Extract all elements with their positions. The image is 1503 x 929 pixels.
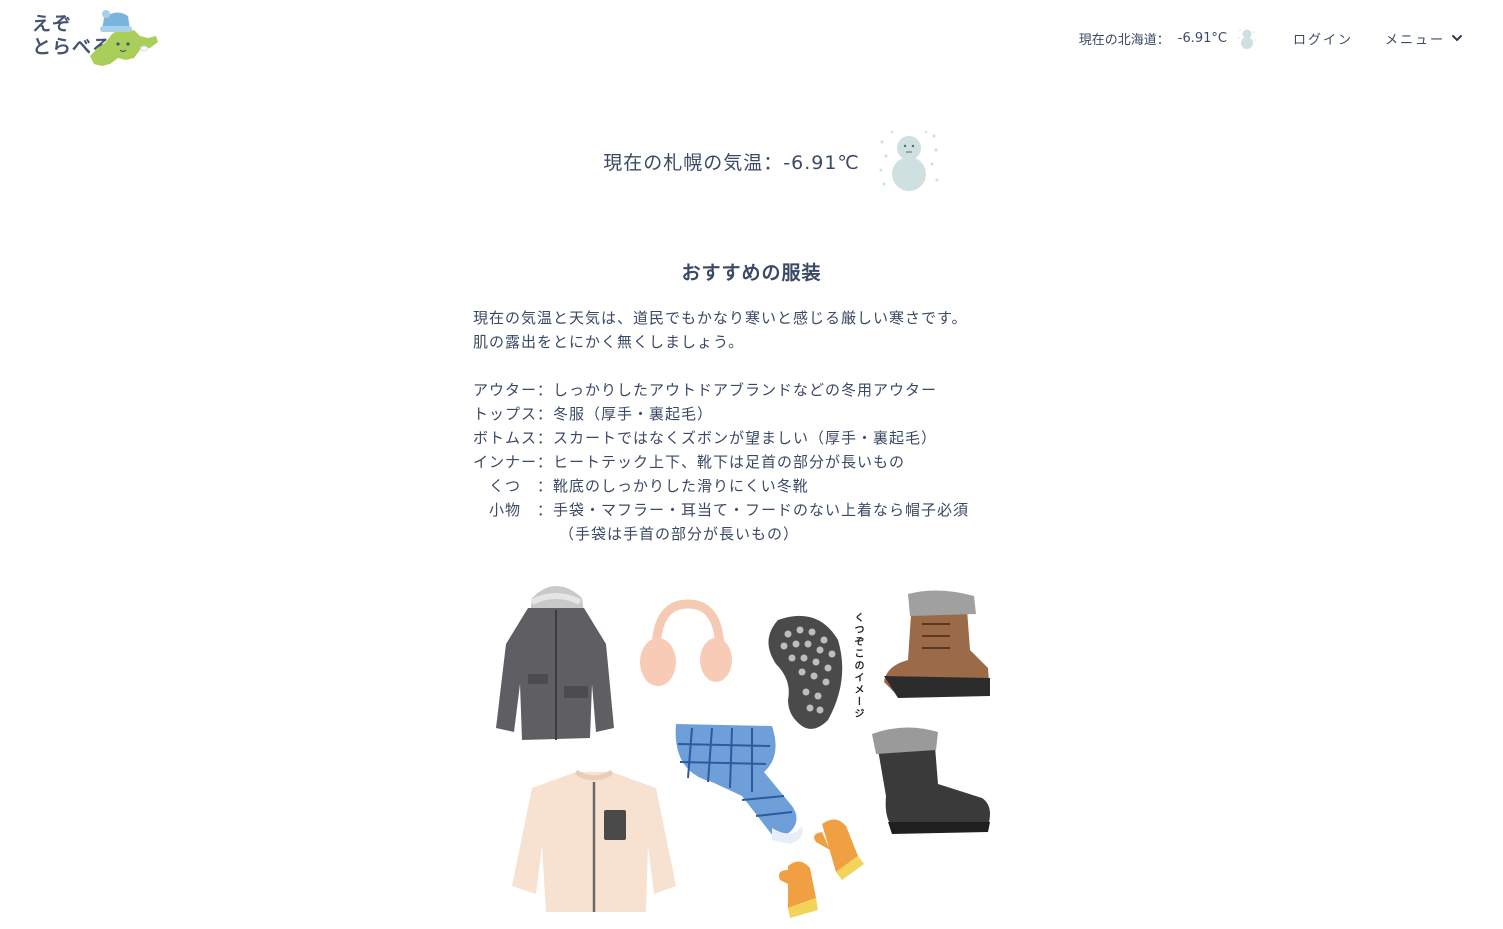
brown-boot-icon	[884, 590, 990, 698]
advice-label: アウター：	[473, 381, 554, 399]
mittens-icon	[779, 819, 864, 918]
earmuffs-icon	[640, 599, 732, 686]
parka-icon	[496, 586, 614, 740]
fleece-jacket-icon	[512, 769, 676, 912]
advice-text: 手袋・マフラー・耳当て・フードのない上着なら帽子必須	[553, 501, 970, 519]
login-link[interactable]: ログイン	[1293, 29, 1353, 48]
hokkaido-logo-icon	[90, 10, 158, 66]
advice-text: ヒートテック上下、靴下は足首の部分が長いもの	[553, 453, 906, 471]
advice-text: スカートではなくズボンが望ましい（厚手・裏起毛）	[553, 429, 938, 447]
advice-row-tops: トップス： 冬服（厚手・裏起毛）	[473, 402, 1033, 426]
advice-text: 靴底のしっかりした滑りにくい冬靴	[553, 477, 809, 495]
current-temp-text: 現在の札幌の気温：-6.91℃	[603, 151, 860, 174]
advice-label: くつ ：	[473, 477, 554, 495]
advice-note: （手袋は手首の部分が長いもの）	[559, 525, 800, 543]
intro-line2: 肌の露出をとにかく無くしましょう。	[473, 333, 745, 351]
header-temp-label: 現在の北海道：	[1078, 32, 1170, 48]
header: えぞ とらべる 現在の北海道： -6.91°C ログイン メニュー	[0, 0, 1503, 80]
advice-row-shoes: くつ ： 靴底のしっかりした滑りにくい冬靴	[473, 474, 1033, 498]
header-nav: 現在の北海道： -6.91°C ログイン メニュー	[1079, 26, 1463, 50]
page: えぞ とらべる 現在の北海道： -6.91°C ログイン メニュー 現在の札幌の…	[0, 0, 1503, 929]
advice-row-accessories: 小物 ： 手袋・マフラー・耳当て・フードのない上着なら帽子必須	[473, 498, 1033, 522]
advice-label: インナー：	[473, 453, 554, 471]
menu-dropdown[interactable]: メニュー	[1385, 29, 1463, 48]
black-boot-icon	[872, 727, 990, 834]
advice-row-inner: インナー： ヒートテック上下、靴下は足首の部分が長いもの	[473, 450, 1033, 474]
chevron-down-icon	[1452, 35, 1462, 42]
snowman-icon	[879, 130, 939, 191]
clothing-illustration: くつぞこのイメージ	[486, 570, 1006, 925]
menu-label: メニュー	[1384, 32, 1445, 48]
header-temp-value: -6.91°C	[1177, 30, 1227, 46]
advice-label: トップス：	[473, 405, 554, 423]
snowman-icon	[1238, 29, 1256, 49]
recommend-title: おすすめの服装	[681, 262, 822, 284]
clothing-advice: 現在の気温と天気は、道民でもかなり寒いと感じる厳しい寒さです。 肌の露出をとにか…	[473, 306, 1033, 546]
advice-row-outer: アウター： しっかりしたアウトドアブランドなどの冬用アウター	[473, 378, 1033, 402]
advice-label: ボトムス：	[473, 429, 554, 447]
advice-label: 小物 ：	[473, 501, 554, 519]
current-temperature: 現在の札幌の気温：-6.91℃	[0, 128, 1503, 194]
advice-text: 冬服（厚手・裏起毛）	[553, 405, 714, 423]
intro-line1: 現在の気温と天気は、道民でもかなり寒いと感じる厳しい寒さです。	[473, 309, 968, 327]
site-logo[interactable]: えぞ とらべる	[32, 8, 162, 70]
advice-text: しっかりしたアウトドアブランドなどの冬用アウター	[553, 381, 938, 399]
advice-row-bottoms: ボトムス： スカートではなくズボンが望ましい（厚手・裏起毛）	[473, 426, 1033, 450]
sole-caption: くつぞこのイメージ	[852, 612, 863, 720]
header-temperature: 現在の北海道： -6.91°C	[1079, 26, 1257, 50]
